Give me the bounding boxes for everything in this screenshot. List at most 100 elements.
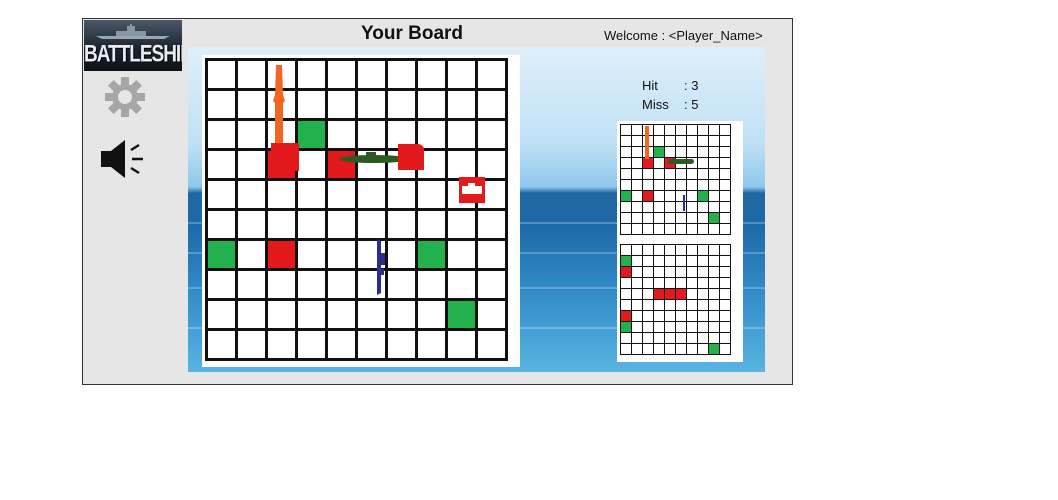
board-cell[interactable] [445, 238, 478, 271]
target-cell[interactable] [675, 343, 687, 355]
target-cell[interactable] [708, 299, 720, 311]
target-cell[interactable] [642, 343, 654, 355]
target-cell[interactable] [620, 255, 632, 267]
board-cell[interactable] [325, 58, 358, 91]
target-cell[interactable] [708, 343, 720, 355]
board-cell[interactable] [295, 268, 328, 301]
target-cell[interactable] [664, 310, 676, 322]
board-cell[interactable] [265, 178, 298, 211]
board-cell[interactable] [235, 88, 268, 121]
board-cell[interactable] [235, 178, 268, 211]
board-cell[interactable] [325, 178, 358, 211]
target-cell[interactable] [697, 266, 709, 278]
board-cell[interactable] [475, 88, 508, 121]
target-cell[interactable] [631, 244, 643, 256]
target-cell[interactable] [719, 343, 731, 355]
target-cell[interactable] [686, 266, 698, 278]
target-cell[interactable] [686, 277, 698, 289]
target-cell[interactable] [642, 266, 654, 278]
target-cell[interactable] [708, 266, 720, 278]
target-board-mini[interactable] [617, 241, 743, 362]
board-cell[interactable] [325, 238, 358, 271]
target-cell[interactable] [653, 321, 665, 333]
board-cell[interactable] [325, 268, 358, 301]
board-cell[interactable] [415, 178, 448, 211]
target-cell[interactable] [697, 299, 709, 311]
target-cell[interactable] [675, 277, 687, 289]
board-cell[interactable] [355, 178, 388, 211]
target-cell[interactable] [708, 321, 720, 333]
board-cell[interactable] [295, 328, 328, 361]
target-cell[interactable] [631, 288, 643, 300]
target-cell[interactable] [642, 310, 654, 322]
board-cell[interactable] [445, 88, 478, 121]
board-cell[interactable] [265, 298, 298, 331]
board-cell[interactable] [295, 148, 328, 181]
board-cell[interactable] [235, 208, 268, 241]
target-cell[interactable] [653, 332, 665, 344]
board-cell[interactable] [205, 148, 238, 181]
board-cell[interactable] [475, 58, 508, 91]
target-cell[interactable] [686, 310, 698, 322]
board-cell[interactable] [445, 208, 478, 241]
target-cell[interactable] [642, 299, 654, 311]
target-cell[interactable] [697, 343, 709, 355]
target-cell[interactable] [697, 244, 709, 256]
board-cell[interactable] [355, 58, 388, 91]
board-cell[interactable] [415, 208, 448, 241]
target-cell[interactable] [642, 332, 654, 344]
target-cell[interactable] [620, 277, 632, 289]
board-cell[interactable] [205, 118, 238, 151]
board-cell[interactable] [205, 328, 238, 361]
board-cell[interactable] [415, 298, 448, 331]
board-cell[interactable] [385, 88, 418, 121]
target-cell[interactable] [686, 255, 698, 267]
board-cell[interactable] [355, 328, 388, 361]
board-cell[interactable] [205, 58, 238, 91]
target-cell[interactable] [642, 321, 654, 333]
target-cell[interactable] [653, 299, 665, 311]
target-mini-table[interactable] [620, 244, 731, 355]
target-cell[interactable] [664, 277, 676, 289]
board-cell[interactable] [205, 268, 238, 301]
target-cell[interactable] [620, 299, 632, 311]
board-cell[interactable] [475, 298, 508, 331]
board-cell[interactable] [415, 268, 448, 301]
board-cell[interactable] [475, 268, 508, 301]
board-cell[interactable] [415, 328, 448, 361]
board-cell[interactable] [445, 328, 478, 361]
board-cell[interactable] [475, 208, 508, 241]
board-cell[interactable] [235, 328, 268, 361]
target-cell[interactable] [664, 321, 676, 333]
board-cell[interactable] [295, 238, 328, 271]
target-cell[interactable] [642, 277, 654, 289]
target-cell[interactable] [664, 266, 676, 278]
target-cell[interactable] [675, 288, 687, 300]
board-cell[interactable] [235, 298, 268, 331]
target-cell[interactable] [675, 266, 687, 278]
board-cell[interactable] [445, 298, 478, 331]
board-cell[interactable] [295, 118, 328, 151]
target-cell[interactable] [653, 343, 665, 355]
target-cell[interactable] [697, 288, 709, 300]
target-cell[interactable] [686, 321, 698, 333]
target-cell[interactable] [653, 310, 665, 322]
board-cell[interactable] [325, 298, 358, 331]
target-cell[interactable] [697, 310, 709, 322]
board-cell[interactable] [475, 328, 508, 361]
target-cell[interactable] [697, 277, 709, 289]
board-cell[interactable] [445, 118, 478, 151]
target-cell[interactable] [686, 343, 698, 355]
board-cell[interactable] [295, 298, 328, 331]
target-cell[interactable] [675, 321, 687, 333]
target-cell[interactable] [708, 244, 720, 256]
target-cell[interactable] [631, 255, 643, 267]
board-cell[interactable] [235, 238, 268, 271]
target-cell[interactable] [675, 299, 687, 311]
board-cell[interactable] [475, 238, 508, 271]
board-cell[interactable] [205, 208, 238, 241]
target-cell[interactable] [719, 255, 731, 267]
target-cell[interactable] [686, 244, 698, 256]
target-cell[interactable] [620, 244, 632, 256]
board-cell[interactable] [205, 88, 238, 121]
